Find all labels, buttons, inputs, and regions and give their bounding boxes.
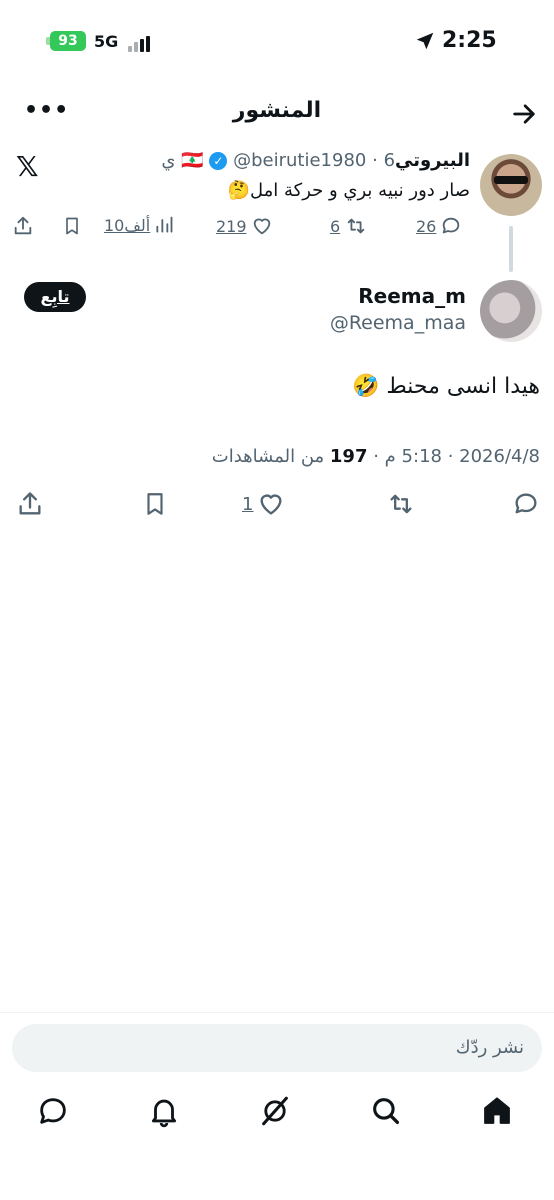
views-label: من المشاهدات [211, 446, 325, 467]
post-actions: 10ألف 219 6 26 [12, 215, 472, 245]
divider [0, 1012, 554, 1013]
bottom-nav [0, 1094, 554, 1140]
like-count: 1 [242, 493, 254, 515]
location-icon [414, 30, 436, 52]
views-count[interactable]: 197 [330, 446, 368, 467]
reply-icon [515, 493, 537, 514]
grok-icon[interactable] [258, 1094, 292, 1128]
reply-icon [443, 217, 460, 234]
like-button[interactable]: 219 [216, 215, 273, 237]
share-icon [14, 216, 32, 235]
messages-icon[interactable] [36, 1094, 70, 1128]
share-icon [19, 492, 41, 515]
repost-button[interactable] [386, 490, 416, 518]
post-date: 2026/4/8 [459, 446, 540, 467]
heart-icon [253, 218, 270, 235]
post-header: البيروتي🇱🇧 ✓ @beirutie1980 · 6 ي [161, 150, 470, 171]
network-type: 5G [94, 32, 119, 51]
author-handle[interactable]: @Reema_maa [230, 312, 466, 334]
thread-line [509, 226, 513, 272]
status-time: 2:25 [442, 28, 497, 53]
verified-badge-icon: ✓ [209, 152, 228, 170]
follow-button[interactable]: تابِع [24, 282, 86, 312]
post-meta: 2026/4/8 · 5:18 م · 197 من المشاهدات [211, 446, 540, 467]
like-count: 219 [216, 216, 247, 236]
search-icon[interactable] [369, 1094, 403, 1128]
repost-icon [347, 218, 365, 234]
bookmark-icon [66, 217, 78, 235]
repost-icon [390, 494, 412, 514]
notifications-icon[interactable] [147, 1094, 181, 1128]
post-actions: 1 [0, 490, 554, 524]
arrow-right-icon[interactable] [510, 100, 538, 128]
bookmark-icon [147, 493, 163, 515]
reply-button[interactable]: 26 [416, 215, 462, 237]
battery-indicator: 93 [50, 31, 86, 51]
views-icon [156, 216, 173, 233]
reply-button[interactable] [512, 490, 540, 518]
share-button[interactable] [16, 490, 44, 518]
author-name[interactable]: Reema_m [230, 284, 466, 308]
author-handle[interactable]: @beirutie1980 [233, 150, 366, 171]
views-button[interactable]: 10ألف [104, 215, 174, 235]
avatar[interactable] [480, 154, 542, 216]
post-time: 5:18 م [384, 446, 442, 467]
bookmark-button[interactable] [142, 490, 168, 518]
post-text: صار دور نبيه بري و حركة امل🤔 [227, 180, 470, 201]
avatar[interactable] [480, 280, 542, 342]
share-button[interactable] [12, 215, 34, 237]
like-button[interactable]: 1 [242, 490, 285, 518]
reply-count: 26 [416, 216, 437, 236]
page-title: المنشور [232, 98, 322, 123]
post-text: هيدا انسى محنط 🤣 [352, 374, 540, 399]
signal-icon [128, 33, 152, 52]
views-count: 10ألف [104, 215, 151, 235]
reply-placeholder: نشر ردّك [455, 1037, 524, 1058]
repost-count: 6 [330, 216, 341, 236]
repost-button[interactable]: 6 [330, 215, 368, 237]
home-icon[interactable] [480, 1094, 514, 1128]
bookmark-button[interactable] [62, 215, 82, 237]
x-logo-icon[interactable]: 𝕏 [16, 150, 39, 183]
heart-icon [260, 494, 282, 515]
